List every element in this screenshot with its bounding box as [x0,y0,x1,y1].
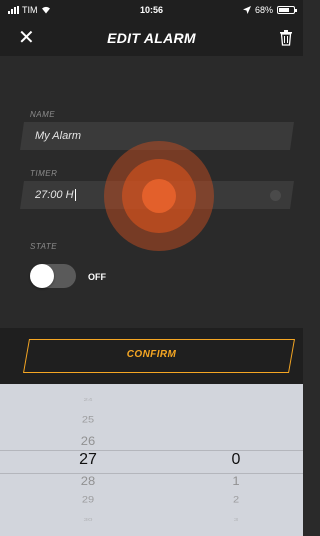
status-right: 68% [242,5,297,15]
hour-option[interactable]: 25 [28,415,148,425]
timer-value: 27:00 H [35,189,74,201]
minute-wheel[interactable]: 0 1 2 3 [176,384,296,536]
hour-option[interactable]: 30 [28,517,148,522]
name-label: NAME [30,110,56,119]
battery-percent: 68% [254,5,273,15]
hour-wheel[interactable]: 24 25 26 27 28 29 30 [28,384,148,536]
time-picker[interactable]: 24 25 26 27 28 29 30 0 1 2 3 [0,384,303,536]
state-toggle[interactable] [30,264,76,288]
trash-icon[interactable] [279,30,293,46]
state-value: OFF [88,272,106,282]
confirm-bar: CONFIRM [0,328,303,384]
minute-option[interactable]: 1 [176,473,296,487]
hour-option[interactable]: 24 [28,397,148,402]
minute-option[interactable]: 2 [176,495,296,505]
timer-value-wrap: 27:00 H [35,189,76,202]
state-label: STATE [30,242,58,251]
text-caret [74,189,76,202]
hour-option[interactable]: 28 [28,473,148,487]
hour-option[interactable]: 26 [28,433,148,447]
timer-label: TIMER [30,169,58,178]
status-bar: TIM 10:56 68% [0,0,303,20]
hour-option[interactable]: 27 [28,451,148,469]
touch-indicator-core [142,179,176,213]
confirm-button[interactable] [23,339,295,373]
clear-icon[interactable] [270,190,281,201]
page-title: EDIT ALARM [107,30,196,46]
battery-fill [279,8,289,12]
minute-option[interactable]: 0 [176,451,296,469]
minute-option[interactable]: 3 [176,517,296,522]
toggle-knob [30,264,54,288]
battery-icon [277,6,297,14]
location-arrow-icon [242,6,251,14]
hour-option[interactable]: 29 [28,495,148,505]
touch-indicator [104,141,214,251]
header: ✕ EDIT ALARM [0,20,303,56]
name-value: My Alarm [35,130,82,142]
